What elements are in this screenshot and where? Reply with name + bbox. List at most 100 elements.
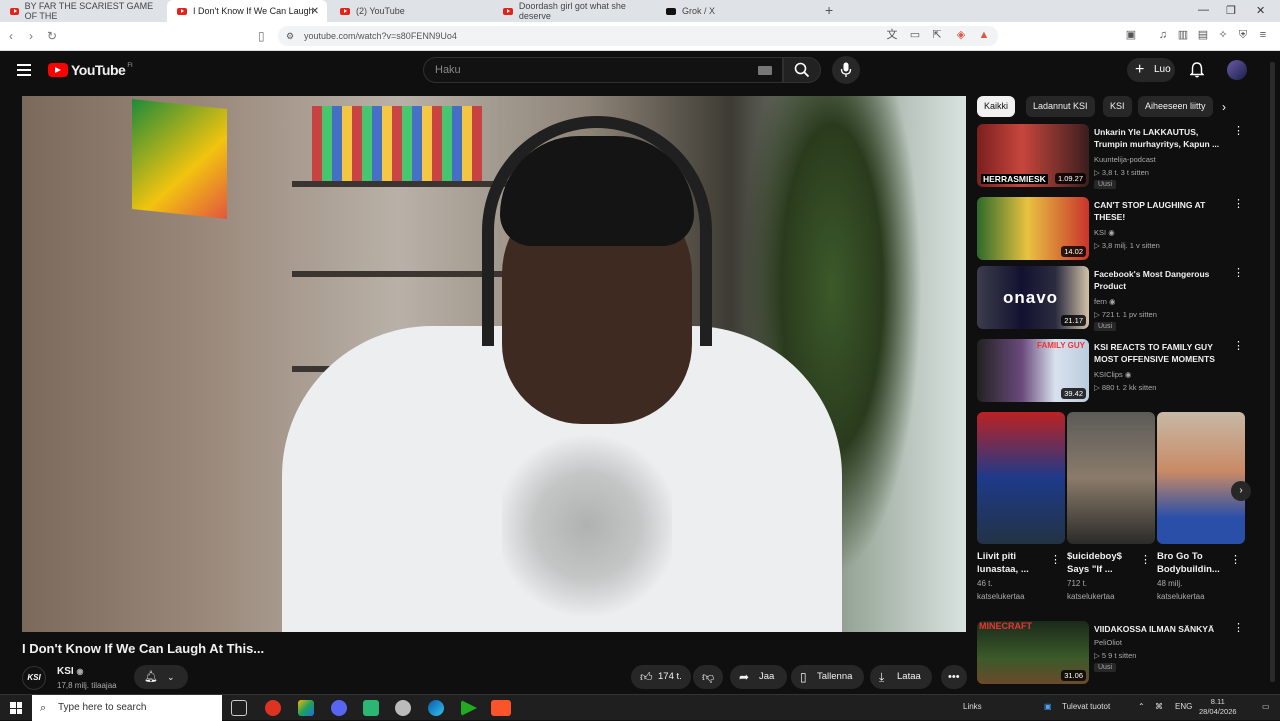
voice-search-button[interactable]	[832, 56, 860, 84]
system-clock[interactable]: 8.11 28/04/2026	[1199, 697, 1237, 717]
brave-icon[interactable]	[491, 700, 511, 716]
video-player[interactable]	[22, 96, 966, 632]
video-thumbnail[interactable]: HERRASMIESK 1.09.27	[977, 124, 1089, 187]
new-tab-button[interactable]: +	[825, 2, 833, 18]
short-item[interactable]: Liivit piti lunastaa, ... 46 t. katseluk…	[977, 412, 1065, 602]
reload-icon[interactable]: ↻	[47, 29, 57, 43]
recommendation-channel[interactable]: PeliOliot	[1094, 638, 1122, 647]
save-button[interactable]: ▯ Tallenna	[791, 665, 864, 689]
browser-tab[interactable]: Doordash girl got what she deserve	[493, 0, 658, 22]
video-thumbnail[interactable]: 14.02	[977, 197, 1089, 260]
media-icon[interactable]: ♫	[1157, 29, 1169, 41]
video-thumbnail[interactable]: onavo 21.17	[977, 266, 1089, 329]
chip-all[interactable]: Kaikki	[977, 96, 1016, 117]
maximize-icon[interactable]: ❐	[1226, 4, 1236, 17]
recommendation-title[interactable]: VIIDAKOSSA ILMAN SÄNKYÄ	[1094, 623, 1229, 635]
hamburger-menu-icon[interactable]	[17, 64, 31, 76]
reader-icon[interactable]: ▥	[1177, 29, 1189, 41]
language-indicator[interactable]: ENG	[1175, 702, 1192, 711]
account-avatar[interactable]	[1227, 60, 1247, 80]
chip-related[interactable]: Aiheeseen liitty	[1138, 96, 1213, 117]
leo-icon[interactable]: ✧	[1217, 29, 1229, 41]
recommendation-item[interactable]: 14.02 CAN'T STOP LAUGHING AT THESE! KSI …	[977, 197, 1247, 261]
recommendation-title[interactable]: CAN'T STOP LAUGHING AT THESE!	[1094, 199, 1229, 223]
sidebar-icon[interactable]: ▣	[1125, 29, 1137, 41]
shorts-next-button[interactable]: ›	[1231, 481, 1251, 501]
chevron-up-icon[interactable]: ⌃	[1138, 702, 1145, 711]
download-button[interactable]: ⤓ Lataa	[870, 665, 932, 689]
more-vertical-icon[interactable]: ⋮	[1233, 339, 1244, 352]
more-vertical-icon[interactable]: ⋮	[1233, 197, 1244, 210]
browser-tab[interactable]: (2) YouTube	[330, 0, 490, 22]
keyboard-icon[interactable]	[758, 66, 772, 75]
subscription-bell-button[interactable]: 🔔︎ ⌄	[134, 665, 188, 689]
recommendation-item[interactable]: onavo 21.17 Facebook's Most Dangerous Pr…	[977, 266, 1247, 331]
recommendation-item[interactable]: FAMILY GUY 39.42 KSI REACTS TO FAMILY GU…	[977, 339, 1247, 403]
youtube-logo[interactable]: YouTube FI	[48, 62, 133, 78]
short-title[interactable]: Liivit piti lunastaa, ...	[977, 550, 1047, 576]
windows-start-icon[interactable]	[10, 702, 22, 714]
site-info-icon[interactable]: ⚙	[286, 26, 294, 46]
opera-icon[interactable]	[265, 700, 281, 716]
more-vertical-icon[interactable]: ⋮	[1233, 621, 1244, 634]
app-icon[interactable]	[363, 700, 379, 716]
page-scrollbar[interactable]	[1270, 62, 1275, 682]
notifications-bell-icon[interactable]	[1190, 62, 1204, 78]
search-input[interactable]: Haku	[423, 57, 783, 83]
more-vertical-icon[interactable]: ⋮	[1140, 553, 1151, 566]
discord-icon[interactable]	[331, 700, 347, 716]
short-item[interactable]: $uicideboy$ Says "If ... 712 t. katseluk…	[1067, 412, 1155, 602]
recommendation-item[interactable]: MINECRAFT 31.06 VIIDAKOSSA ILMAN SÄNKYÄ …	[977, 621, 1247, 685]
recommendation-channel[interactable]: KSIClips ◉	[1094, 370, 1131, 379]
short-thumbnail[interactable]	[1067, 412, 1155, 544]
video-thumbnail[interactable]: MINECRAFT 31.06	[977, 621, 1089, 684]
short-thumbnail[interactable]	[1157, 412, 1245, 544]
app-icon[interactable]	[298, 700, 314, 716]
task-view-icon[interactable]	[231, 700, 247, 716]
wallet-icon[interactable]: ▤	[1197, 29, 1209, 41]
short-thumbnail[interactable]	[977, 412, 1065, 544]
browser-tab[interactable]: Grok / X	[656, 0, 816, 22]
notifications-icon[interactable]: ▭	[1262, 702, 1270, 711]
browser-tab-active[interactable]: I Don't Know If We Can Laugh ✕	[167, 0, 327, 22]
network-icon[interactable]: ⌘	[1155, 702, 1163, 711]
translate-icon[interactable]: 文	[886, 29, 898, 41]
brave-rewards-icon[interactable]: ▲	[978, 29, 990, 41]
minimize-icon[interactable]: —	[1198, 4, 1209, 16]
short-title[interactable]: $uicideboy$ Says "If ...	[1067, 550, 1137, 576]
forward-icon[interactable]: ›	[29, 29, 33, 43]
chip-ksi[interactable]: KSI	[1103, 96, 1132, 117]
recommendation-channel[interactable]: Kuuntelija-podcast	[1094, 155, 1156, 164]
share-icon[interactable]: ⇱	[931, 29, 943, 41]
close-tab-icon[interactable]: ✕	[311, 6, 319, 17]
app-icon[interactable]	[461, 700, 477, 716]
chip-uploaded-by-ksi[interactable]: Ladannut KSI	[1026, 96, 1095, 117]
search-button[interactable]	[783, 57, 821, 83]
recommendation-item[interactable]: HERRASMIESK 1.09.27 Unkarin Yle LAKKAUTU…	[977, 124, 1247, 189]
dislike-button[interactable]: 👎︎	[693, 665, 723, 689]
short-item[interactable]: Bro Go To Bodybuildin... 48 milj. katsel…	[1157, 412, 1245, 602]
like-button[interactable]: 👍︎ 174 t.	[631, 665, 691, 689]
share-button[interactable]: ➦ Jaa	[730, 665, 787, 689]
brave-shield-icon[interactable]: ◈	[955, 29, 967, 41]
app-icon[interactable]	[395, 700, 411, 716]
more-vertical-icon[interactable]: ⋮	[1233, 266, 1244, 279]
recommendation-channel[interactable]: fern ◉	[1094, 297, 1116, 306]
more-actions-button[interactable]: •••	[941, 665, 967, 689]
vpn-icon[interactable]: ⛨	[1237, 29, 1249, 41]
edge-icon[interactable]	[428, 700, 444, 716]
links-toolbar[interactable]: Links	[963, 702, 982, 711]
short-title[interactable]: Bro Go To Bodybuildin...	[1157, 550, 1227, 576]
more-vertical-icon[interactable]: ⋮	[1050, 553, 1061, 566]
recommendation-title[interactable]: Facebook's Most Dangerous Product	[1094, 268, 1229, 292]
channel-name[interactable]: KSI ◉	[57, 666, 83, 677]
screenshot-icon[interactable]: ▭	[909, 29, 921, 41]
browser-tab[interactable]: BY FAR THE SCARIEST GAME OF THE	[0, 0, 165, 22]
chevron-right-icon[interactable]: ›	[1222, 100, 1226, 114]
back-icon[interactable]: ‹	[9, 29, 13, 43]
taskbar-search-input[interactable]: ⌕ Type here to search	[32, 695, 222, 721]
close-window-icon[interactable]: ✕	[1256, 4, 1265, 17]
video-thumbnail[interactable]: FAMILY GUY 39.42	[977, 339, 1089, 402]
channel-avatar[interactable]: KSI	[22, 666, 46, 690]
create-button[interactable]: + Luo	[1127, 58, 1175, 82]
